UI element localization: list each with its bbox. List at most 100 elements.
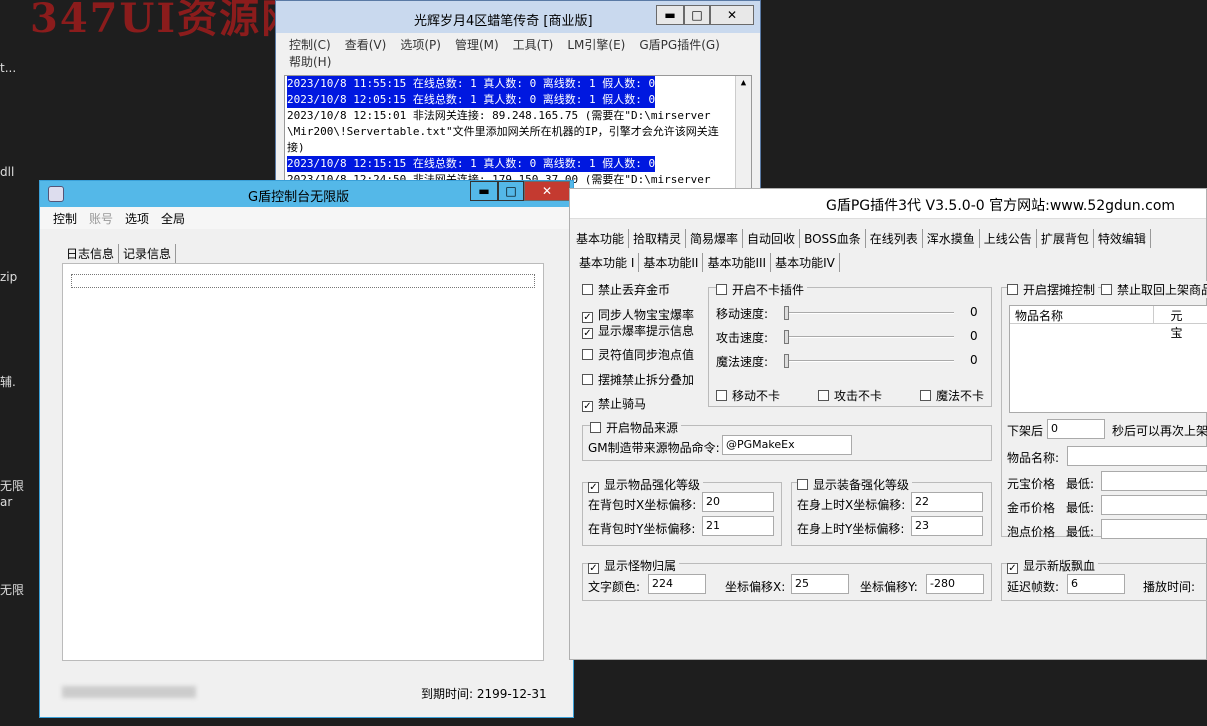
checkbox-checked-icon: ✓ (588, 482, 599, 493)
server-log[interactable]: 2023/10/8 11:55:15 在线总数: 1 真人数: 0 离线数: 1… (284, 75, 752, 191)
offset-x-input[interactable]: 25 (791, 574, 849, 594)
stall-name-input[interactable] (1067, 446, 1207, 466)
yuanbao-price-label: 元宝价格 (1007, 477, 1056, 491)
desktop-label-3[interactable]: zip (0, 270, 17, 284)
console-menu-account[interactable]: 账号 (89, 210, 113, 226)
check-no-drop-gold[interactable]: 禁止丢弃金币 (582, 281, 670, 298)
text-color-input[interactable]: 224 (648, 574, 706, 594)
tab-effects[interactable]: 特效编辑 (1094, 229, 1151, 248)
slider-thumb[interactable] (784, 330, 789, 344)
tab-record-info[interactable]: 记录信息 (119, 244, 177, 263)
body-x-input[interactable]: 22 (911, 492, 983, 512)
slider-thumb[interactable] (784, 354, 789, 368)
console-menu-options[interactable]: 选项 (125, 210, 149, 226)
console-log-area[interactable] (62, 263, 544, 661)
checkbox-icon (920, 390, 931, 401)
desktop-label-4[interactable]: 辅. (0, 373, 16, 390)
close-button[interactable]: ✕ (710, 5, 754, 25)
check-sync-droprate[interactable]: ✓ 同步人物宝宝爆率 (582, 306, 694, 323)
tab-basic-3[interactable]: 基本功能III (703, 253, 772, 272)
source-cmd-input[interactable]: @PGMakeEx (722, 435, 852, 455)
check-monster-owner[interactable]: ✓ 显示怪物归属 (588, 557, 680, 574)
col-yuanbao[interactable]: 元宝 (1154, 306, 1207, 340)
magic-speed-slider[interactable] (784, 354, 954, 368)
watermark: 347UI资源网 (30, 0, 304, 42)
menu-view[interactable]: 查看(V) (345, 36, 387, 53)
maximize-button[interactable]: □ (684, 5, 710, 25)
tab-basic[interactable]: 基本功能 (572, 229, 630, 248)
desktop-label-2[interactable]: dll (0, 165, 14, 179)
check-move-nolag[interactable]: 移动不卡 (716, 387, 780, 404)
console-menu-global[interactable]: 全局 (161, 210, 185, 226)
console-close-button[interactable]: ✕ (524, 181, 570, 201)
tab-recycle[interactable]: 自动回收 (743, 229, 801, 248)
check-lag-plugin[interactable]: 开启不卡插件 (716, 281, 808, 298)
tab-pickup[interactable]: 拾取精灵 (629, 229, 687, 248)
bag-y-input[interactable]: 21 (702, 516, 774, 536)
tab-boss-hp[interactable]: BOSS血条 (800, 229, 866, 248)
console-menu-control[interactable]: 控制 (53, 210, 77, 226)
plugin-title: G盾PG插件3代 V3.5.0-0 官方网站:www.52gdun.com (826, 198, 1176, 214)
offset-y-input[interactable]: -280 (926, 574, 984, 594)
check-item-source[interactable]: 开启物品来源 (590, 419, 682, 436)
tab-basic-2[interactable]: 基本功能II (639, 253, 704, 272)
move-speed-value: 0 (970, 305, 978, 319)
paodian-min-input[interactable] (1101, 519, 1207, 539)
shield-icon (48, 186, 64, 202)
attack-speed-slider[interactable] (784, 330, 954, 344)
menu-gdun-plugin[interactable]: G盾PG插件(G) (639, 36, 720, 53)
move-speed-slider[interactable] (784, 306, 954, 320)
check-no-retrieve[interactable]: 禁止取回上架商品 (1101, 281, 1207, 298)
close-icon: ✕ (726, 8, 738, 22)
check-attack-nolag[interactable]: 攻击不卡 (818, 387, 882, 404)
minimize-button[interactable]: ▬ (656, 5, 684, 25)
tab-basic-1[interactable]: 基本功能 I (575, 253, 640, 272)
desktop-label-1[interactable]: t... (0, 61, 16, 75)
console-minimize-button[interactable]: ▬ (470, 181, 498, 201)
slider-thumb[interactable] (784, 306, 789, 320)
tab-fishing[interactable]: 浑水摸鱼 (923, 229, 980, 248)
menu-engine[interactable]: LM引擎(E) (567, 36, 625, 53)
tab-bag[interactable]: 扩展背包 (1037, 229, 1094, 248)
check-magic-nolag[interactable]: 魔法不卡 (920, 387, 984, 404)
paodian-price-label: 泡点价格 (1007, 525, 1056, 539)
tab-online-list[interactable]: 在线列表 (866, 229, 923, 248)
check-item-strength[interactable]: ✓ 显示物品强化等级 (588, 476, 704, 493)
check-new-blood[interactable]: ✓ 显示新版飘血 (1007, 557, 1099, 574)
desktop-label-7[interactable]: 无限 (0, 581, 24, 598)
col-item-name[interactable]: 物品名称 (1010, 306, 1155, 323)
plugin-titlebar[interactable]: G盾PG插件3代 V3.5.0-0 官方网站:www.52gdun.com (570, 189, 1206, 219)
relist-seconds-input[interactable]: 0 (1047, 419, 1105, 439)
console-titlebar[interactable]: G盾控制台无限版 ▬ □ ✕ (40, 181, 573, 207)
desktop-label-6[interactable]: ar (0, 495, 12, 509)
stall-name-label: 物品名称: (1007, 451, 1060, 465)
tab-basic-4[interactable]: 基本功能IV (771, 253, 840, 272)
yuanbao-min-label: 最低: (1066, 477, 1095, 491)
bag-x-input[interactable]: 20 (702, 492, 774, 512)
scroll-up-icon[interactable]: ▲ (736, 76, 751, 90)
check-show-drop-tip[interactable]: ✓ 显示爆率提示信息 (582, 322, 694, 339)
check-no-split[interactable]: 摆摊禁止拆分叠加 (582, 371, 694, 388)
check-no-ride[interactable]: ✓ 禁止骑马 (582, 395, 646, 412)
desktop-label-5[interactable]: 无限 (0, 477, 24, 494)
menu-manage[interactable]: 管理(M) (455, 36, 499, 53)
menu-control[interactable]: 控制(C) (289, 36, 331, 53)
tab-announce[interactable]: 上线公告 (980, 229, 1037, 248)
server-titlebar[interactable]: 光辉岁月4区蜡笔传奇 [商业版] ▬ □ ✕ (276, 1, 760, 33)
relist-pre-label: 下架后 (1007, 424, 1044, 438)
menu-help[interactable]: 帮助(H) (289, 53, 331, 70)
console-maximize-button[interactable]: □ (498, 181, 524, 201)
check-stall-control[interactable]: 开启摆摊控制 (1007, 281, 1099, 298)
tab-droprate[interactable]: 简易爆率 (686, 229, 744, 248)
delay-frames-input[interactable]: 6 (1067, 574, 1125, 594)
menu-options[interactable]: 选项(P) (400, 36, 441, 53)
log-scrollbar[interactable]: ▲ (735, 76, 751, 190)
menu-tools[interactable]: 工具(T) (513, 36, 554, 53)
body-y-input[interactable]: 23 (911, 516, 983, 536)
gold-min-input[interactable] (1101, 495, 1207, 515)
yuanbao-min-input[interactable] (1101, 471, 1207, 491)
check-sync-charm[interactable]: 灵符值同步泡点值 (582, 346, 694, 363)
tab-log-info[interactable]: 日志信息 (62, 244, 120, 263)
stall-item-table[interactable]: 物品名称 元宝 (1009, 305, 1207, 413)
check-equip-strength[interactable]: 显示装备强化等级 (797, 476, 913, 493)
